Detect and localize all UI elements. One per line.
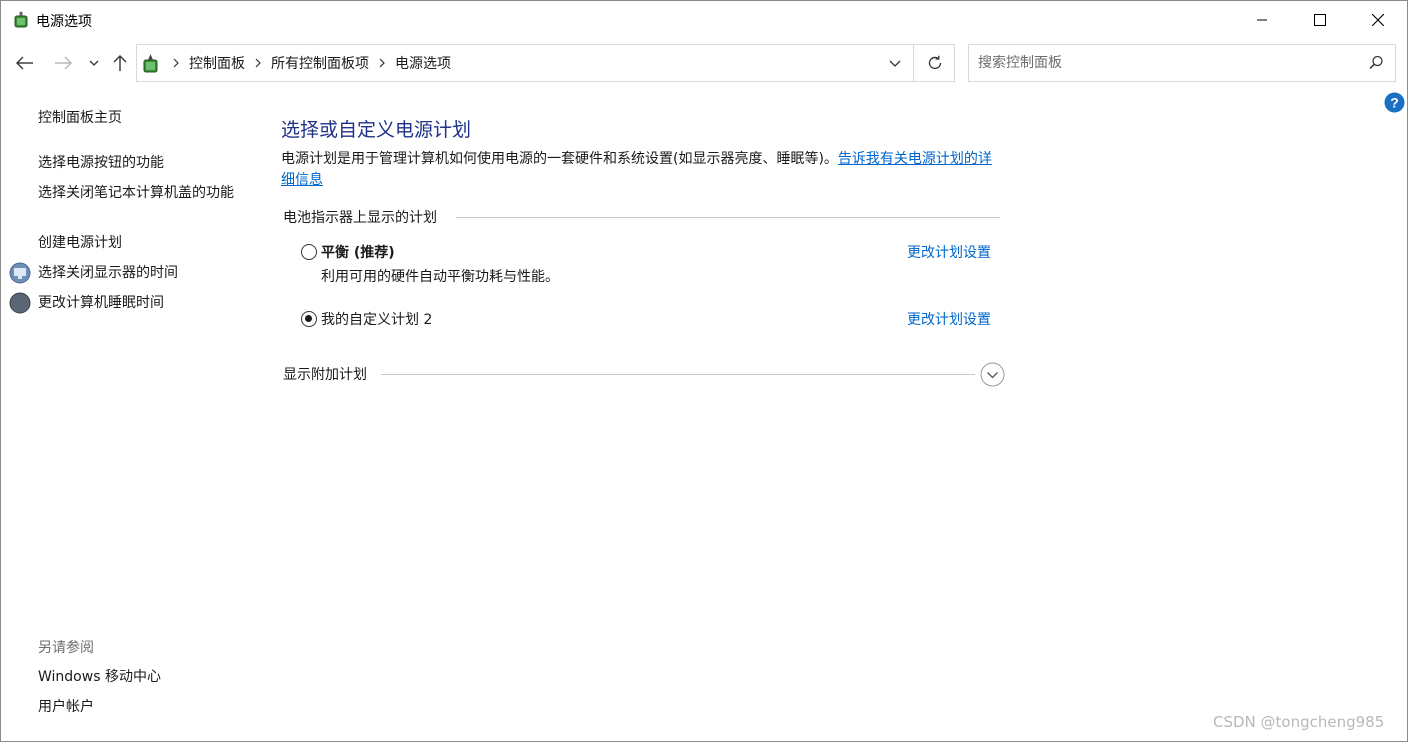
close-button[interactable]	[1349, 1, 1407, 39]
sidebar-link-mobility-center[interactable]: Windows 移动中心	[38, 667, 161, 687]
svg-text:?: ?	[1390, 95, 1399, 111]
divider	[381, 374, 975, 375]
refresh-button[interactable]	[917, 45, 953, 81]
window-title: 电源选项	[36, 14, 92, 30]
divider	[913, 45, 914, 81]
control-panel-window: 电源选项 控制面板 所有控制面板项 电源选项 搜索控制面板 ? 控制面板主页 选…	[0, 0, 1408, 742]
help-icon[interactable]: ?	[1384, 92, 1405, 113]
show-additional-plans-label[interactable]: 显示附加计划	[283, 364, 367, 384]
minimize-button[interactable]	[1233, 1, 1291, 39]
search-icon[interactable]	[1367, 54, 1385, 72]
monitor-icon	[9, 262, 31, 284]
chevron-down-circle-icon	[980, 362, 1005, 387]
arrow-left-icon	[16, 56, 33, 70]
chevron-down-icon	[89, 60, 99, 66]
arrow-up-icon	[113, 55, 127, 71]
chevron-right-icon[interactable]	[373, 45, 391, 81]
plan-name[interactable]: 我的自定义计划 2	[321, 309, 432, 329]
minimize-icon	[1257, 19, 1267, 21]
sidebar-link-user-accounts[interactable]: 用户帐户	[38, 697, 94, 717]
divider	[456, 217, 1000, 218]
sidebar: 控制面板主页 选择电源按钮的功能 选择关闭笔记本计算机盖的功能 创建电源计划 选…	[1, 87, 263, 741]
close-icon	[1372, 14, 1384, 26]
breadcrumb-control-panel[interactable]: 控制面板	[185, 53, 249, 73]
change-plan-settings-link[interactable]: 更改计划设置	[907, 309, 991, 329]
up-button[interactable]	[108, 51, 132, 75]
address-bar[interactable]: 控制面板 所有控制面板项 电源选项	[136, 44, 955, 82]
sidebar-link-control-panel-home[interactable]: 控制面板主页	[38, 108, 122, 128]
change-plan-settings-link[interactable]: 更改计划设置	[907, 242, 991, 262]
search-input[interactable]	[969, 45, 1359, 81]
forward-button[interactable]	[51, 51, 75, 75]
main-content: 选择或自定义电源计划 电源计划是用于管理计算机如何使用电源的一套硬件和系统设置(…	[281, 87, 1011, 487]
plans-group-label: 电池指示器上显示的计划	[283, 207, 445, 227]
sidebar-link-display-off-time[interactable]: 选择关闭显示器的时间	[38, 263, 178, 283]
breadcrumb: 控制面板 所有控制面板项 电源选项	[167, 45, 455, 81]
sidebar-link-power-button[interactable]: 选择电源按钮的功能	[38, 153, 164, 173]
page-description: 电源计划是用于管理计算机如何使用电源的一套硬件和系统设置(如显示器亮度、睡眠等)…	[281, 149, 1001, 191]
plan-custom-2: 我的自定义计划 2 更改计划设置	[301, 309, 1001, 333]
plan-description: 利用可用的硬件自动平衡功耗与性能。	[321, 269, 559, 285]
watermark: CSDN @tongcheng985	[1213, 713, 1385, 731]
plan-name[interactable]: 平衡 (推荐)	[321, 242, 395, 262]
see-also-heading: 另请参阅	[38, 640, 94, 656]
chevron-right-icon[interactable]	[249, 45, 267, 81]
page-title: 选择或自定义电源计划	[281, 119, 472, 141]
chevron-down-icon	[889, 60, 901, 67]
plan-balanced: 平衡 (推荐) 利用可用的硬件自动平衡功耗与性能。 更改计划设置	[301, 242, 1001, 288]
sidebar-link-lid-close[interactable]: 选择关闭笔记本计算机盖的功能	[38, 183, 243, 203]
back-button[interactable]	[13, 51, 37, 75]
navigation-bar: 控制面板 所有控制面板项 电源选项	[1, 39, 1407, 87]
plan-radio-balanced[interactable]	[301, 244, 317, 260]
expand-button[interactable]	[980, 362, 1005, 387]
plan-radio-custom-2[interactable]	[301, 311, 317, 327]
breadcrumb-power-options[interactable]: 电源选项	[391, 53, 455, 73]
chevron-right-icon[interactable]	[167, 45, 185, 81]
search-box	[968, 44, 1396, 82]
title-bar: 电源选项	[1, 1, 1407, 39]
address-dropdown-button[interactable]	[877, 45, 913, 81]
power-options-icon	[11, 10, 31, 30]
breadcrumb-all-items[interactable]: 所有控制面板项	[267, 53, 373, 73]
sidebar-link-create-plan[interactable]: 创建电源计划	[38, 233, 122, 253]
power-options-icon	[139, 53, 161, 75]
description-text: 电源计划是用于管理计算机如何使用电源的一套硬件和系统设置(如显示器亮度、睡眠等)…	[281, 151, 838, 167]
refresh-icon	[928, 55, 942, 70]
recent-locations-button[interactable]	[84, 51, 104, 75]
sidebar-link-sleep-time[interactable]: 更改计算机睡眠时间	[38, 293, 164, 313]
moon-icon	[9, 292, 31, 314]
maximize-icon	[1314, 14, 1326, 26]
maximize-button[interactable]	[1291, 1, 1349, 39]
arrow-right-icon	[55, 56, 72, 70]
